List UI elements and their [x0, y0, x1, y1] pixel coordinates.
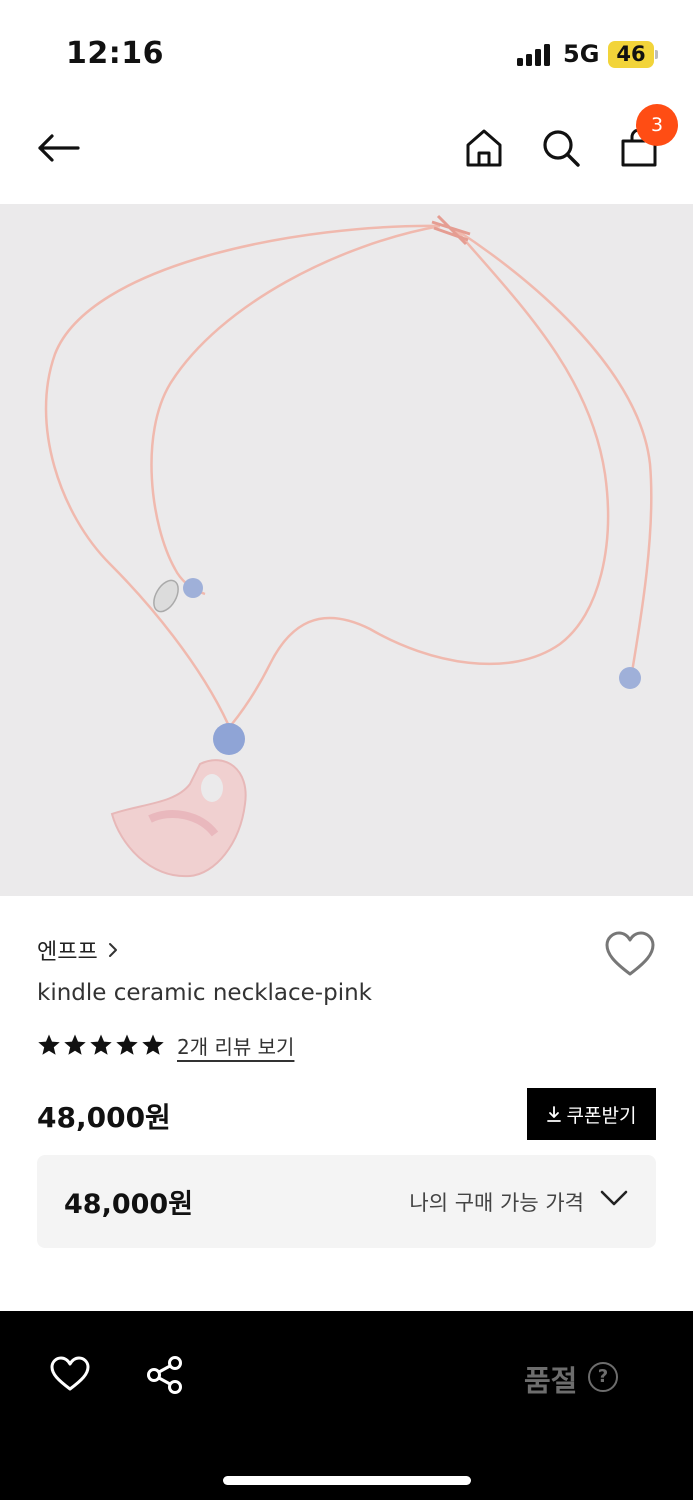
- necklace-image: [44, 214, 653, 878]
- brand-link[interactable]: 엔프프: [37, 934, 118, 966]
- star-icon: [90, 1034, 112, 1055]
- bottom-action-bar: [0, 1311, 693, 1500]
- product-price: 48,000원: [37, 1101, 171, 1134]
- review-link[interactable]: 2개 리뷰 보기: [177, 1031, 294, 1060]
- wishlist-heart-bottom-button[interactable]: [50, 1356, 90, 1392]
- download-icon: [546, 1106, 561, 1122]
- search-button[interactable]: [531, 118, 591, 178]
- home-icon: [466, 129, 502, 167]
- share-icon: [147, 1356, 182, 1394]
- back-arrow-icon: [38, 134, 80, 162]
- star-icon: [116, 1034, 138, 1055]
- status-bar: 12:16 5G 46: [0, 0, 693, 100]
- status-time: 12:16: [66, 36, 164, 71]
- battery-level: 46: [616, 42, 646, 66]
- search-icon: [543, 130, 580, 167]
- product-image[interactable]: [0, 204, 693, 896]
- get-coupon-button[interactable]: 쿠폰받기: [527, 1088, 656, 1140]
- star-rating: [37, 1033, 165, 1057]
- coupon-label: 쿠폰받기: [566, 1105, 637, 1127]
- share-button[interactable]: [146, 1355, 184, 1395]
- back-button[interactable]: [28, 118, 88, 178]
- rating-row: 2개 리뷰 보기: [37, 1030, 294, 1060]
- heart-icon: [605, 931, 655, 976]
- chevron-down-icon: [600, 1190, 628, 1206]
- my-price-dropdown[interactable]: 48,000원 나의 구매 가능 가격: [37, 1155, 656, 1248]
- brand-name: 엔프프: [37, 940, 98, 965]
- chevron-right-icon: [108, 943, 117, 957]
- battery-cap: [655, 50, 658, 59]
- network-type: 5G: [563, 40, 600, 68]
- star-icon: [64, 1034, 86, 1055]
- signal-icon: [517, 44, 553, 66]
- home-button[interactable]: [454, 118, 514, 178]
- wishlist-heart-button[interactable]: [604, 930, 656, 978]
- top-nav: [0, 100, 693, 204]
- home-indicator: [223, 1476, 471, 1485]
- help-icon[interactable]: ?: [588, 1362, 618, 1392]
- star-icon: [38, 1034, 60, 1055]
- cart-count-badge[interactable]: 3: [636, 104, 678, 146]
- my-price-label: 나의 구매 가능 가격: [409, 1191, 584, 1215]
- battery-icon: 46: [608, 41, 654, 68]
- heart-icon: [50, 1356, 90, 1391]
- product-name: kindle ceramic necklace-pink: [37, 980, 372, 1006]
- soldout-label: 품절: [524, 1364, 578, 1398]
- my-price-value: 48,000원: [64, 1189, 194, 1220]
- star-icon: [142, 1034, 164, 1055]
